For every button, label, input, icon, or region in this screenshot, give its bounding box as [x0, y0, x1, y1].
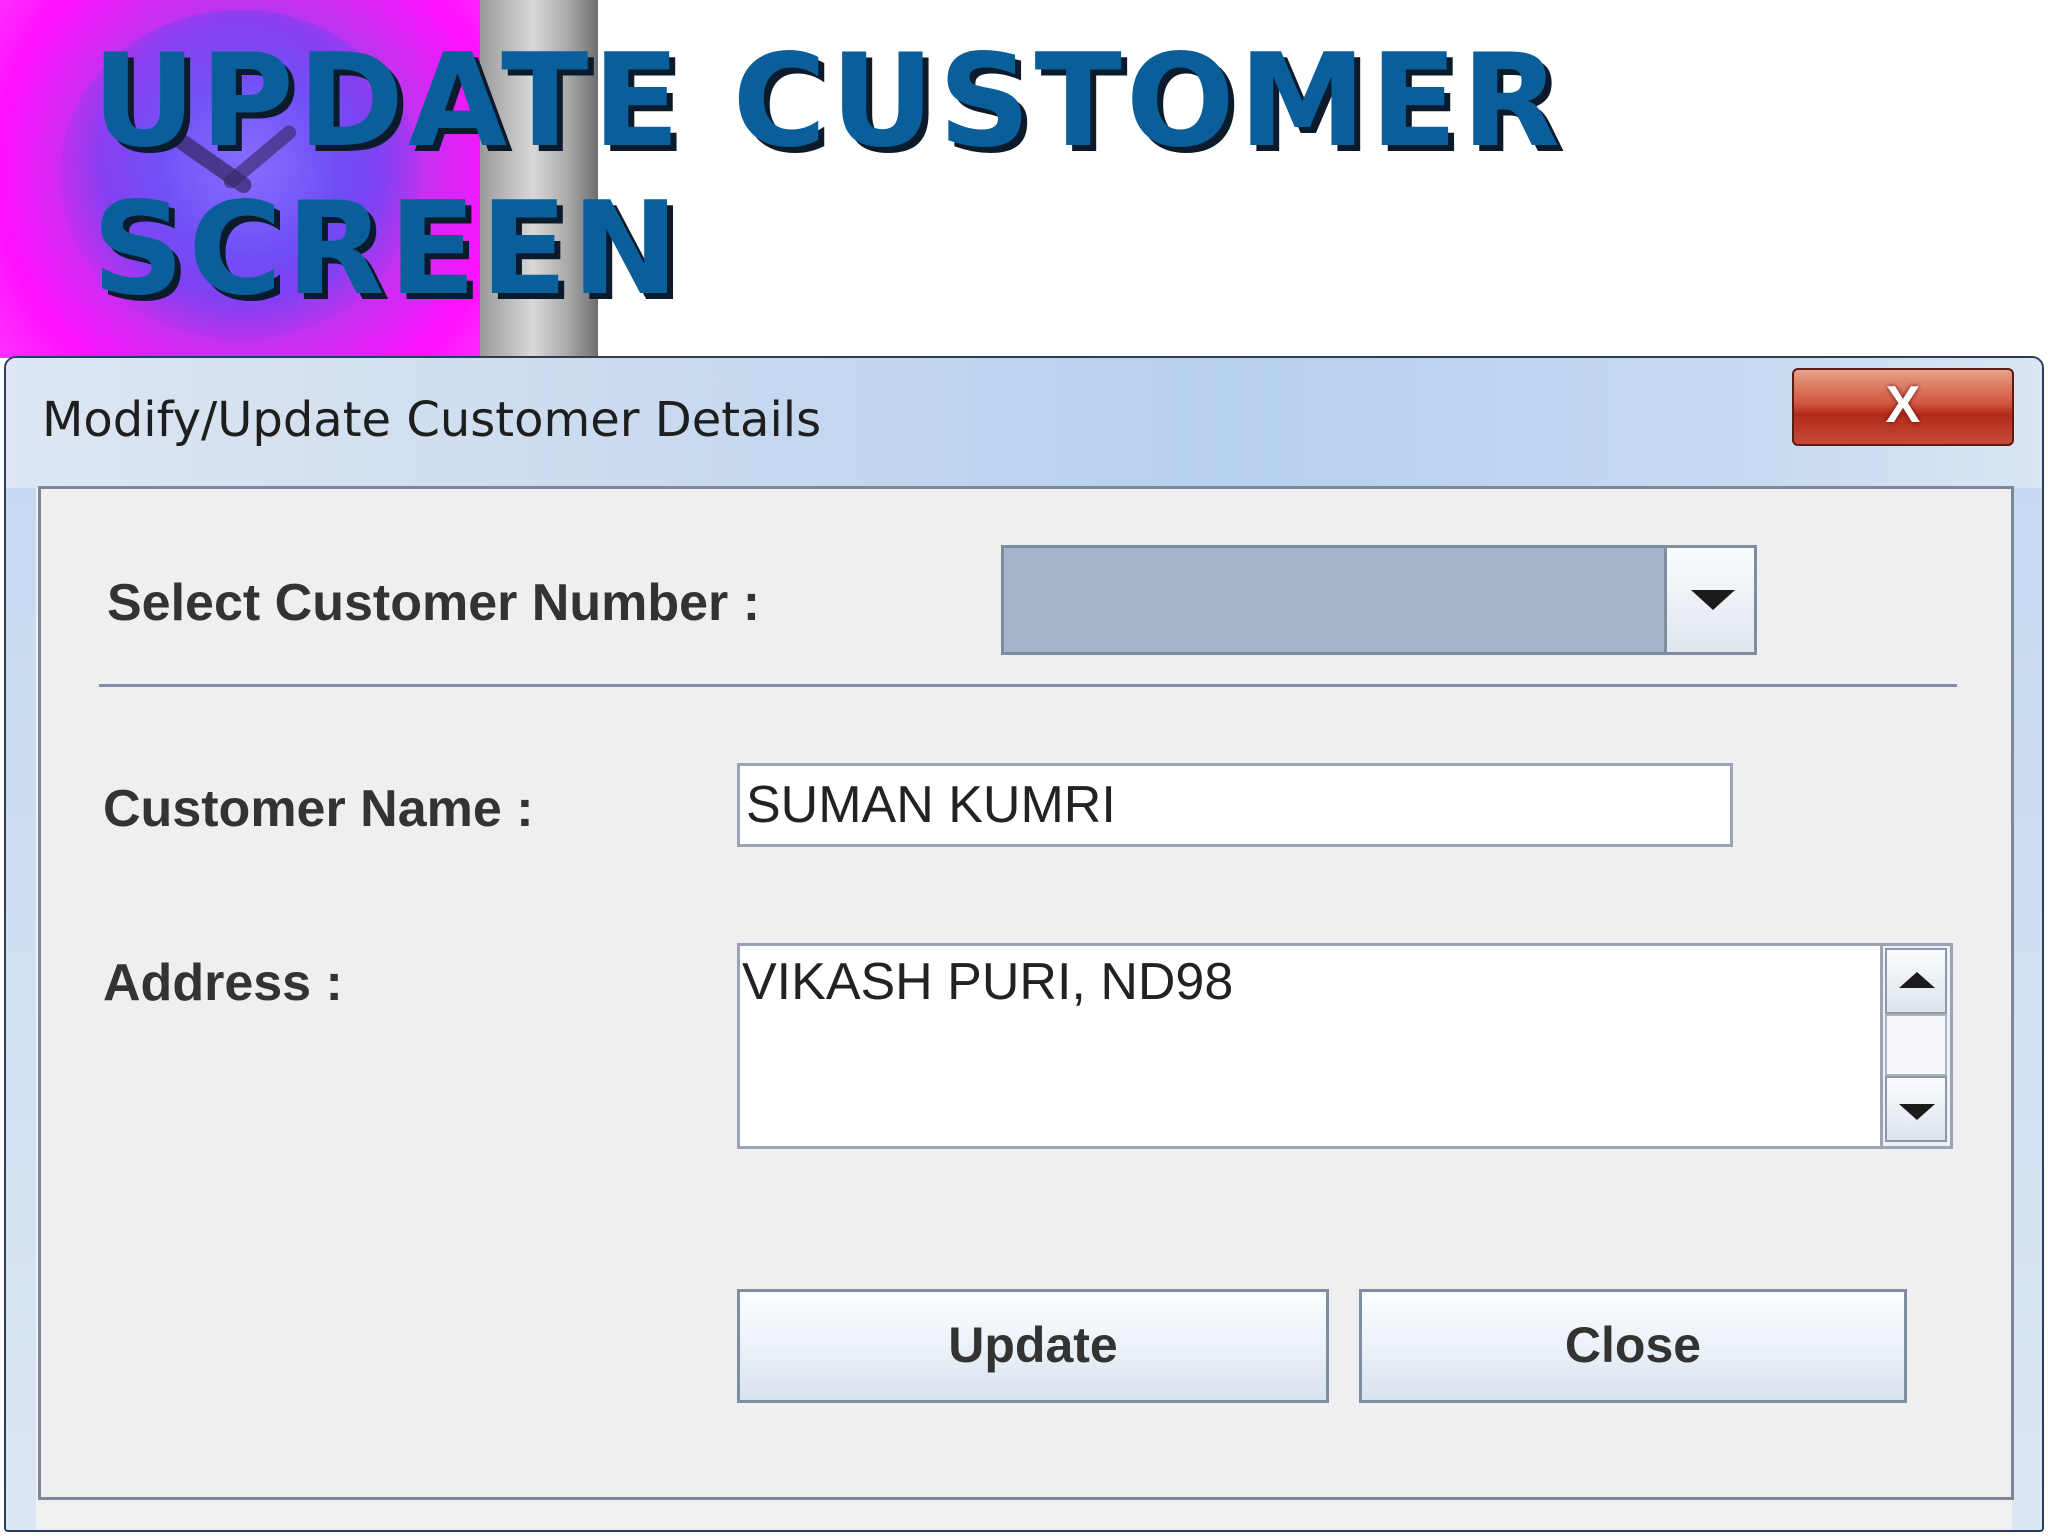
window-titlebar[interactable]: Modify/Update Customer Details X	[6, 358, 2042, 488]
address-textarea[interactable]: VIKASH PURI, ND98	[737, 943, 1953, 1149]
window-frame-right	[2012, 488, 2042, 1530]
scroll-up-button[interactable]	[1885, 948, 1947, 1014]
arrow-up-icon	[1899, 972, 1935, 988]
customer-name-label: Customer Name :	[103, 780, 534, 838]
page-title: UPDATE CUSTOMER SCREEN	[92, 28, 1564, 324]
window-title: Modify/Update Customer Details	[42, 392, 822, 448]
page-title-line-1: UPDATE CUSTOMER	[92, 27, 1564, 176]
customer-name-field[interactable]	[737, 763, 1733, 847]
close-icon: X	[1885, 376, 1921, 434]
address-scrollbar[interactable]	[1880, 946, 1950, 1146]
dropdown-arrow-button[interactable]	[1664, 548, 1754, 652]
address-text: VIKASH PURI, ND98	[742, 953, 1234, 1011]
form-separator	[99, 684, 1957, 687]
scroll-thumb[interactable]	[1885, 1014, 1947, 1076]
address-label: Address :	[103, 954, 343, 1012]
window-close-button[interactable]: X	[1792, 368, 2014, 446]
arrow-down-icon	[1899, 1104, 1935, 1120]
chevron-down-icon	[1691, 590, 1735, 610]
scroll-down-button[interactable]	[1885, 1076, 1947, 1142]
update-button[interactable]: Update	[737, 1289, 1329, 1403]
customer-number-label: Select Customer Number :	[107, 574, 761, 632]
page-title-line-2: SCREEN	[92, 175, 683, 324]
form-panel: Select Customer Number : Customer Name :…	[38, 486, 2014, 1500]
customer-number-dropdown[interactable]	[1001, 545, 1757, 655]
dialog-window: Modify/Update Customer Details X Select …	[4, 356, 2044, 1532]
close-button[interactable]: Close	[1359, 1289, 1907, 1403]
window-frame-left	[6, 488, 36, 1530]
